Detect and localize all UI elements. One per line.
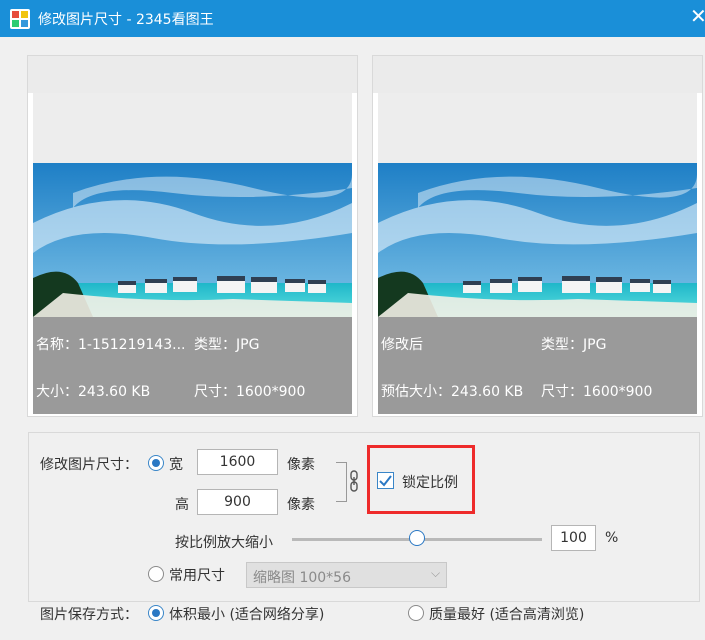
estimated-size-label: 预估大小： [381, 384, 451, 400]
type-value: JPG [583, 337, 607, 353]
name-label: 名称： [36, 337, 78, 353]
scale-unit: % [605, 530, 619, 546]
dimension-value: 1600*900 [583, 384, 653, 400]
width-unit: 像素 [287, 457, 315, 473]
name-value: 1-151219143... [78, 337, 186, 353]
scale-input[interactable]: 100 [551, 525, 596, 551]
dimension-label: 尺寸： [194, 384, 236, 400]
lock-ratio-checkbox[interactable] [377, 472, 394, 489]
width-label: 宽 [169, 457, 183, 473]
lock-bracket [336, 462, 347, 502]
size-value: 243.60 KB [78, 384, 151, 400]
modified-title: 修改后 [381, 337, 423, 353]
close-icon[interactable]: ✕ [690, 4, 705, 28]
preset-size-select[interactable]: 缩略图 100*56 ⌵ [246, 562, 447, 588]
smallest-size-label: 体积最小 (适合网络分享) [169, 607, 325, 623]
estimated-size-value: 243.60 KB [451, 384, 524, 400]
modified-info-overlay: 修改后 类型：JPG 预估大小：243.60 KB 尺寸：1600*900 [378, 317, 697, 414]
save-mode-label: 图片保存方式： [40, 607, 138, 623]
width-input[interactable]: 1600 [197, 449, 278, 475]
type-value: JPG [236, 337, 260, 353]
height-unit: 像素 [287, 497, 315, 513]
original-preview-panel: 名称：1-151219143... 类型：JPG 大小：243.60 KB 尺寸… [27, 55, 358, 417]
original-image-preview [33, 163, 352, 317]
app-logo-icon [10, 9, 30, 29]
preview-padding [33, 93, 352, 163]
smallest-size-radio[interactable] [148, 605, 164, 621]
modified-preview-header [373, 56, 702, 93]
height-label: 高 [175, 497, 189, 513]
lock-ratio-label: 锁定比例 [402, 475, 458, 491]
scale-label: 按比例放大缩小 [175, 535, 273, 551]
height-input[interactable]: 900 [197, 489, 278, 515]
type-label: 类型： [194, 337, 236, 353]
original-preview-header [28, 56, 357, 93]
chevron-down-icon: ⌵ [431, 566, 441, 580]
dimension-label: 尺寸： [541, 384, 583, 400]
size-label: 大小： [36, 384, 78, 400]
preset-size-radio[interactable] [148, 566, 164, 582]
checkmark-icon [379, 475, 392, 487]
chain-link-icon[interactable] [348, 470, 360, 492]
modified-image-preview [378, 163, 697, 317]
window-title: 修改图片尺寸 - 2345看图王 [38, 12, 214, 28]
dimension-value: 1600*900 [236, 384, 306, 400]
custom-size-radio[interactable] [148, 455, 164, 471]
original-info-overlay: 名称：1-151219143... 类型：JPG 大小：243.60 KB 尺寸… [33, 317, 352, 414]
preset-size-value: 缩略图 100*56 [253, 570, 351, 586]
scale-slider-thumb[interactable] [409, 530, 425, 546]
type-label: 类型： [541, 337, 583, 353]
best-quality-label: 质量最好 (适合高清浏览) [429, 607, 585, 623]
modified-preview-panel: 修改后 类型：JPG 预估大小：243.60 KB 尺寸：1600*900 [372, 55, 703, 417]
title-bar: 修改图片尺寸 - 2345看图王 ✕ [0, 0, 705, 37]
preset-size-label: 常用尺寸 [169, 568, 225, 584]
resize-label: 修改图片尺寸： [40, 457, 138, 473]
best-quality-radio[interactable] [408, 605, 424, 621]
preview-padding [378, 93, 697, 163]
